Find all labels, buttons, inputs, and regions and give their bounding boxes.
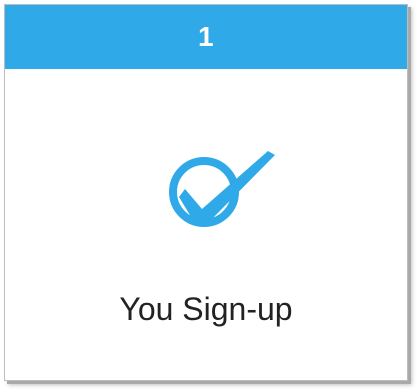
step-header: 1	[5, 5, 407, 69]
step-label: You Sign-up	[119, 291, 293, 327]
step-card: 1 You Sign-up	[4, 4, 408, 381]
step-number: 1	[197, 21, 215, 52]
page: 1 You Sign-up	[0, 0, 417, 392]
check-circle-icon	[169, 151, 275, 227]
step-body: You Sign-up	[5, 69, 407, 380]
